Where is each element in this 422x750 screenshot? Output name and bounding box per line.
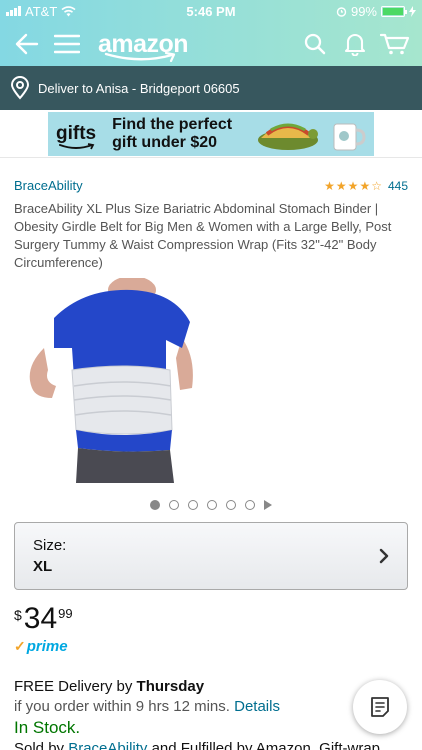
search-icon (304, 33, 326, 55)
details-link[interactable]: Details (234, 698, 280, 715)
signal-icon (6, 6, 21, 16)
sold-by-suffix: and Fulfilled by Amazon. Gift-wrap (147, 740, 381, 750)
ad-banner-container: gifts Find the perfect gift under $20 (0, 110, 422, 158)
notes-icon (371, 697, 389, 717)
size-selector[interactable]: Size: XL (14, 522, 408, 590)
image-carousel-indicator (14, 500, 408, 510)
cart-button[interactable] (378, 27, 412, 61)
smile-icon (104, 52, 176, 62)
size-value: XL (33, 558, 53, 575)
prime-check-icon: ✓ (14, 638, 26, 654)
wifi-icon (61, 5, 76, 16)
carousel-dot[interactable] (226, 500, 236, 510)
prime-badge: ✓ prime (14, 638, 408, 655)
status-bar: AT&T 5:46 PM 99% (0, 0, 422, 22)
order-within-text: if you order within 9 hrs 12 mins. (14, 698, 230, 715)
star-icon: ★ (335, 178, 347, 193)
price-currency: $ (14, 607, 22, 623)
product-details: BraceAbility ★ ★ ★ ★ ☆ 445 BraceAbility … (0, 178, 422, 750)
free-delivery-line: FREE Delivery by Thursday (14, 677, 408, 697)
back-button[interactable] (10, 27, 44, 61)
back-arrow-icon (15, 33, 39, 55)
charging-icon (409, 5, 416, 17)
feedback-button[interactable] (353, 680, 407, 734)
deliver-to-bar[interactable]: Deliver to Anisa - Bridgeport 06605 (0, 66, 422, 110)
cart-icon (380, 33, 410, 55)
free-delivery-prefix: FREE Delivery by (14, 678, 137, 695)
carousel-dot[interactable] (188, 500, 198, 510)
prime-label: prime (26, 638, 68, 655)
stock-status: In Stock. (14, 718, 81, 737)
mug-image (333, 123, 366, 150)
sold-by-prefix: Sold by (14, 740, 69, 750)
chevron-right-icon (379, 548, 389, 564)
menu-button[interactable] (50, 27, 84, 61)
app-header: AT&T 5:46 PM 99% amazon (0, 0, 422, 66)
menu-icon (54, 34, 80, 54)
banner-line-2: gift under $20 (112, 133, 218, 151)
search-button[interactable] (298, 27, 332, 61)
carousel-dot[interactable] (169, 500, 179, 510)
order-within-line: if you order within 9 hrs 12 mins. Detai… (14, 697, 408, 717)
review-count: 445 (387, 178, 408, 193)
price-cents: 99 (58, 606, 73, 621)
star-icon: ★ (359, 178, 371, 193)
battery-icon (381, 5, 407, 17)
carousel-dot[interactable] (207, 500, 217, 510)
star-icon: ★ (347, 178, 359, 193)
rating[interactable]: ★ ★ ★ ★ ☆ 445 (324, 179, 408, 193)
gifts-logo: gifts (56, 122, 97, 149)
product-title: BraceAbility XL Plus Size Bariatric Abdo… (14, 201, 392, 270)
delivery-info: FREE Delivery by Thursday if you order w… (14, 677, 408, 750)
gifts-ad-banner[interactable]: gifts Find the perfect gift under $20 (48, 111, 374, 156)
brand-link[interactable]: BraceAbility (14, 178, 83, 193)
battery-percent: 99% (350, 3, 377, 19)
amazon-logo[interactable]: amazon (98, 27, 189, 62)
banner-line-1: Find the perfect (112, 115, 233, 133)
carrier-label: AT&T (25, 3, 58, 19)
taco-holder-image (258, 123, 318, 150)
nav-bar: amazon (0, 22, 422, 66)
brand-rating-row: BraceAbility ★ ★ ★ ★ ☆ 445 (14, 178, 408, 193)
product-image[interactable] (14, 276, 214, 483)
alarm-icon (336, 6, 347, 17)
sold-by-line: Sold by BraceAbility and Fulfilled by Am… (14, 739, 408, 750)
video-play-icon[interactable] (264, 500, 272, 510)
carousel-dot[interactable] (150, 500, 160, 510)
size-label: Size: (33, 537, 67, 554)
carousel-dot[interactable] (245, 500, 255, 510)
deliver-to-text: Deliver to Anisa - Bridgeport 06605 (38, 80, 240, 96)
free-delivery-day: Thursday (136, 678, 205, 695)
price: $ 34 99 (14, 604, 408, 634)
notifications-button[interactable] (338, 27, 372, 61)
location-pin-icon (10, 76, 30, 100)
star-icon: ★ (324, 178, 335, 193)
gifts-logo-text: gifts (56, 122, 97, 144)
half-star-icon: ☆ (371, 178, 382, 193)
seller-link[interactable]: BraceAbility (68, 740, 147, 750)
star-rating: ★ ★ ★ ★ ☆ (324, 180, 382, 192)
price-dollars: 34 (23, 602, 58, 635)
banner-text: Find the perfect gift under $20 (112, 116, 232, 152)
notification-bell-icon (344, 33, 366, 56)
gifts-smile-icon (59, 142, 95, 149)
